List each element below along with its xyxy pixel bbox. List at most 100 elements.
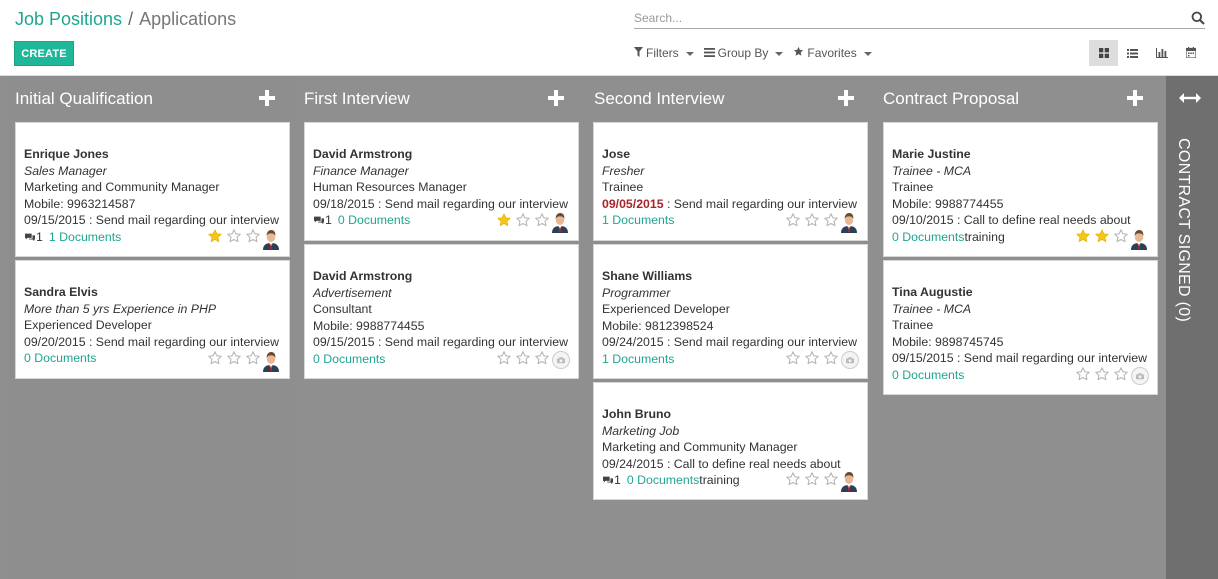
priority-stars[interactable]: [1075, 366, 1129, 382]
next-activity: 09/10/2015 : Call to define real needs a…: [892, 213, 1131, 227]
priority-stars[interactable]: [496, 212, 550, 228]
unfold-arrows-icon[interactable]: [1179, 92, 1201, 107]
favorites-label: Favorites: [807, 46, 857, 60]
applicant-card[interactable]: Jose Fresher Trainee 09/05/2015 : Send m…: [593, 122, 868, 241]
priority-stars[interactable]: [207, 350, 261, 366]
next-activity: 09/24/2015 : Call to define real needs a…: [602, 456, 841, 471]
star-empty-icon: [534, 212, 550, 228]
kanban-view-button[interactable]: [1089, 40, 1118, 66]
priority-stars[interactable]: [785, 350, 839, 366]
applied-job: Fresher: [602, 163, 645, 178]
priority-stars[interactable]: [207, 228, 261, 244]
search-icon[interactable]: [1191, 11, 1205, 28]
list-view-button[interactable]: [1118, 40, 1147, 66]
priority-stars[interactable]: [785, 471, 839, 487]
column-title: Contract Proposal: [883, 89, 1020, 108]
calendar-view-button[interactable]: [1176, 40, 1205, 66]
documents-suffix: training: [699, 473, 740, 487]
applicant-role: Marketing and Community Manager: [602, 440, 798, 454]
applicant-card[interactable]: Marie Justine Trainee - MCA Trainee Mobi…: [883, 122, 1158, 257]
star-empty-icon: [226, 228, 242, 244]
list-icon: [1127, 46, 1138, 61]
documents-link[interactable]: 1 Documents: [602, 212, 674, 229]
column-title: Second Interview: [594, 89, 725, 108]
avatar-placeholder: [1131, 367, 1149, 385]
star-icon: [793, 46, 804, 60]
message-counter[interactable]: 1: [24, 229, 43, 246]
applicant-name: David Armstrong: [313, 269, 413, 283]
star-empty-icon: [1113, 366, 1129, 382]
bars-icon: [703, 46, 715, 60]
message-counter[interactable]: 1: [602, 472, 621, 489]
star-filled-icon: [1075, 228, 1091, 244]
applicant-card[interactable]: Tina Augustie Trainee - MCA Trainee Mobi…: [883, 260, 1158, 395]
documents-link[interactable]: 1 Documents: [602, 351, 674, 368]
message-counter[interactable]: 1: [313, 212, 332, 229]
quick-create-icon[interactable]: [546, 88, 566, 108]
documents-link[interactable]: 0 Documents: [892, 229, 964, 246]
applicant-name: Enrique Jones: [24, 147, 109, 161]
filters-dropdown[interactable]: Filters: [634, 46, 694, 60]
star-empty-icon: [1113, 228, 1129, 244]
breadcrumb-job-positions[interactable]: Job Positions: [15, 9, 122, 29]
quick-create-icon[interactable]: [257, 88, 277, 108]
applicant-card[interactable]: David Armstrong Advertisement Consultant…: [304, 244, 579, 379]
create-button[interactable]: CREATE: [14, 41, 74, 66]
graph-view-button[interactable]: [1147, 40, 1176, 66]
star-filled-icon: [207, 228, 223, 244]
documents-link[interactable]: 1 Documents: [49, 229, 121, 246]
star-empty-icon: [226, 350, 242, 366]
search-options: Filters Group By Favorites: [634, 46, 872, 60]
priority-stars[interactable]: [785, 212, 839, 228]
column-title: First Interview: [304, 89, 410, 108]
documents-link[interactable]: 0 Documents: [338, 212, 410, 229]
star-empty-icon: [804, 350, 820, 366]
star-empty-icon: [823, 350, 839, 366]
applicant-name: Tina Augustie: [892, 285, 973, 299]
star-empty-icon: [804, 471, 820, 487]
next-activity: 09/15/2015 : Send mail regarding our int…: [313, 335, 568, 349]
applicant-role: Experienced Developer: [24, 318, 152, 332]
kanban-column-first-interview: First Interview David Armstrong Finance …: [297, 76, 584, 579]
filters-label: Filters: [646, 46, 679, 60]
quick-create-icon[interactable]: [1125, 88, 1145, 108]
applicant-card[interactable]: Sandra Elvis More than 5 yrs Experience …: [15, 260, 290, 379]
documents-link[interactable]: 0 Documents: [892, 367, 964, 384]
search-input[interactable]: [634, 8, 1174, 25]
star-empty-icon: [207, 350, 223, 366]
applicant-mobile: Mobile: 9963214587: [24, 196, 136, 211]
applicant-card[interactable]: David Armstrong Finance Manager Human Re…: [304, 122, 579, 241]
breadcrumb-separator: /: [128, 9, 134, 29]
applicant-card[interactable]: Enrique Jones Sales Manager Marketing an…: [15, 122, 290, 257]
star-empty-icon: [823, 212, 839, 228]
priority-stars[interactable]: [1075, 228, 1129, 244]
applicant-card[interactable]: Shane Williams Programmer Experienced De…: [593, 244, 868, 379]
column-title: Initial Qualification: [15, 89, 153, 108]
applicant-role: Consultant: [313, 302, 372, 316]
applicant-mobile: Mobile: 9812398524: [602, 318, 714, 333]
applicant-mobile: Mobile: 9988774455: [892, 196, 1004, 211]
kanban-column-contract-signed-folded[interactable]: CONTRACT SIGNED (0): [1166, 76, 1218, 579]
next-activity: 09/15/2015 : Send mail regarding our int…: [24, 213, 279, 227]
priority-stars[interactable]: [496, 350, 550, 366]
applicant-card[interactable]: John Bruno Marketing Job Marketing and C…: [593, 382, 868, 500]
documents-link[interactable]: 0 Documents: [313, 351, 385, 368]
star-empty-icon: [515, 212, 531, 228]
view-switcher: [1089, 40, 1205, 66]
documents-link[interactable]: 0 Documents: [627, 472, 699, 489]
applied-job: Sales Manager: [24, 163, 107, 178]
star-empty-icon: [804, 212, 820, 228]
message-count: 1: [36, 229, 43, 244]
group-by-dropdown[interactable]: Group By: [703, 46, 784, 60]
favorites-dropdown[interactable]: Favorites: [793, 46, 872, 60]
kanban-column-initial-qualification: Initial Qualification Enrique Jones Sale…: [8, 76, 295, 579]
kanban-column-contract-proposal: Contract Proposal Marie Justine Trainee …: [876, 76, 1163, 579]
documents-link[interactable]: 0 Documents: [24, 350, 96, 367]
applicant-role: Trainee: [602, 180, 644, 194]
filter-icon: [634, 46, 643, 60]
star-empty-icon: [785, 212, 801, 228]
quick-create-icon[interactable]: [836, 88, 856, 108]
kanban-column-second-interview: Second Interview Jose Fresher Trainee 09…: [587, 76, 874, 579]
calendar-icon: [1184, 46, 1197, 61]
applied-job: Programmer: [602, 285, 671, 300]
